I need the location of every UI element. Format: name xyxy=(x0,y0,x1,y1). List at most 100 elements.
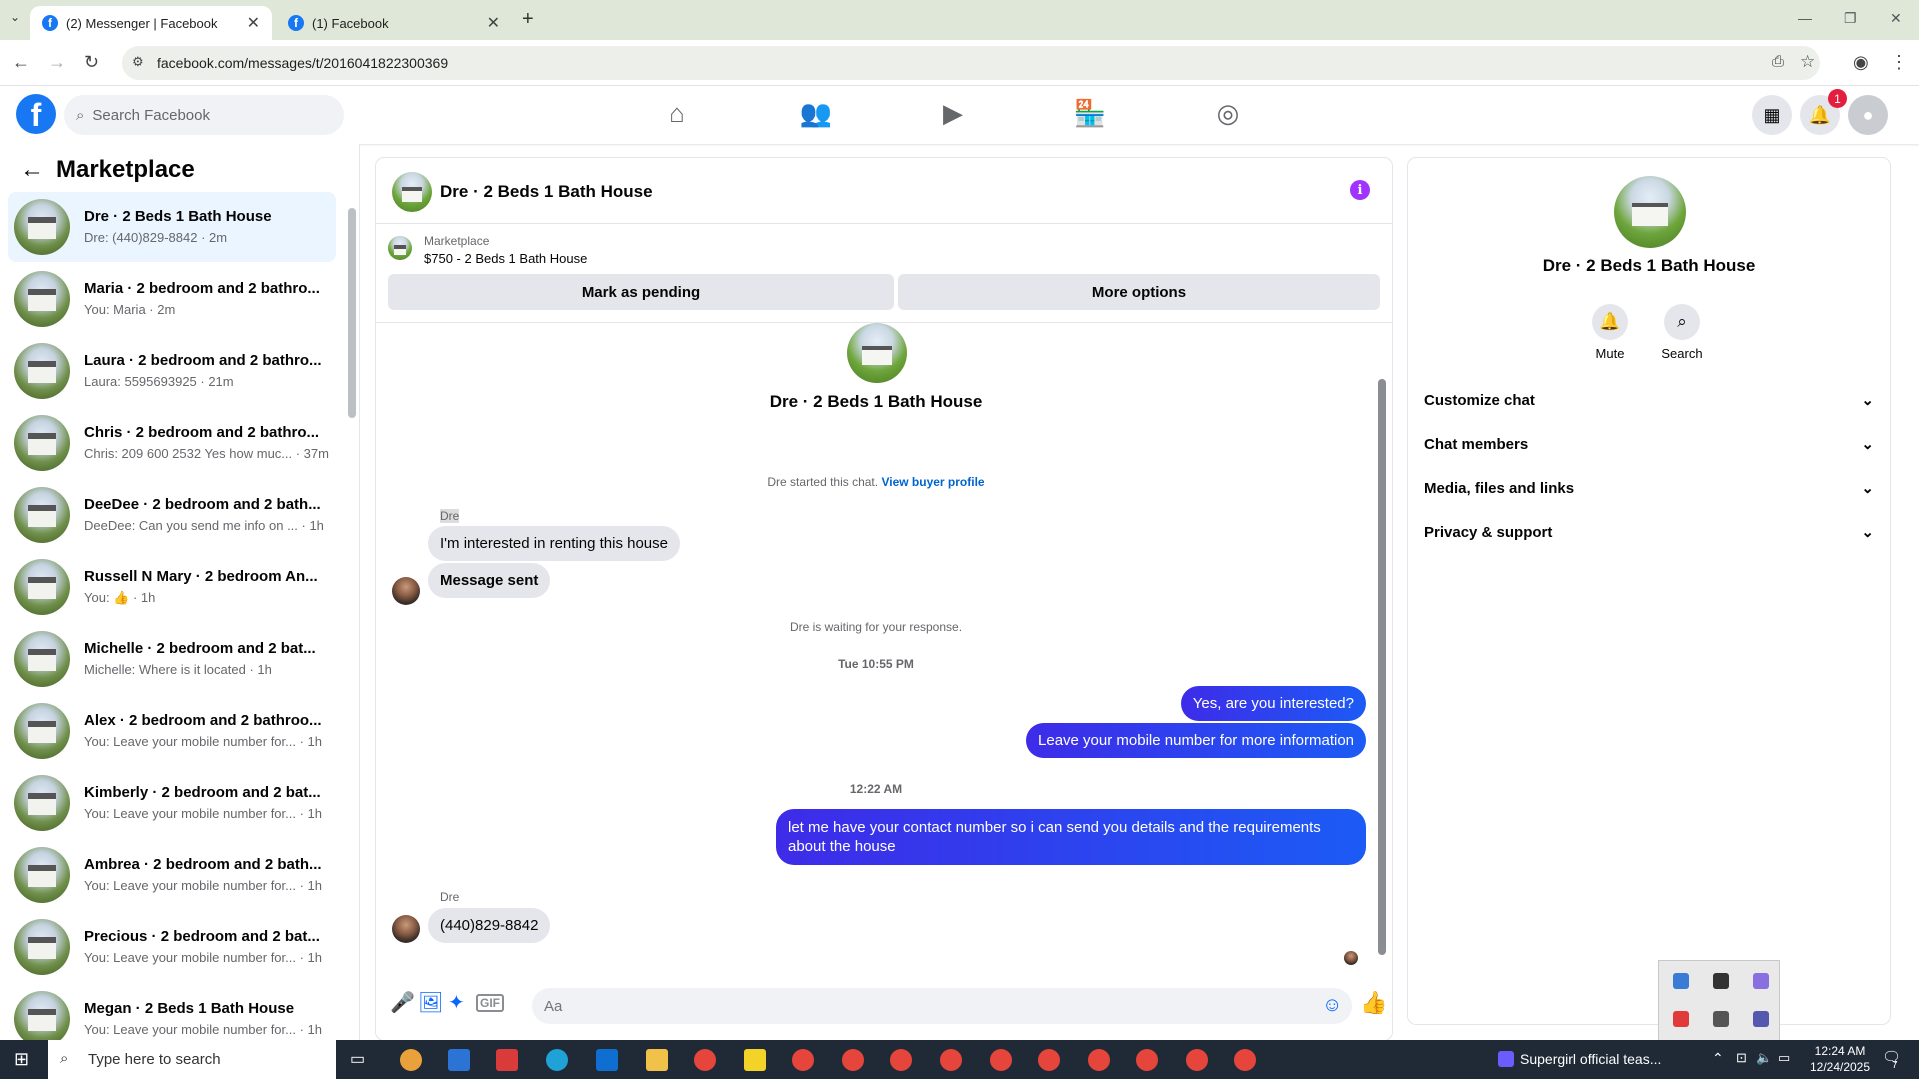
sender-avatar[interactable] xyxy=(392,577,420,605)
conversation-item[interactable]: Ambrea · 2 bedroom and 2 bath... You: Le… xyxy=(8,840,336,910)
install-app-icon[interactable]: ⎙ xyxy=(1772,53,1784,70)
chrome-profile-icon[interactable] xyxy=(1186,1049,1208,1071)
scrollbar[interactable] xyxy=(348,208,356,418)
message-input[interactable] xyxy=(532,988,1352,1024)
conversation-item[interactable]: Alex · 2 bedroom and 2 bathroo... You: L… xyxy=(8,696,336,766)
network-app-icon[interactable] xyxy=(1673,973,1689,989)
video-app-icon[interactable] xyxy=(1673,1011,1689,1027)
site-info-icon[interactable]: ⚙ xyxy=(132,54,144,70)
tab-search-chevron-icon[interactable]: ⌄ xyxy=(10,10,20,24)
chrome-profile-icon[interactable] xyxy=(792,1049,814,1071)
pen-app-icon[interactable] xyxy=(1753,973,1769,989)
customize-chat-section[interactable]: Customize chat ⌄ xyxy=(1424,382,1874,418)
chrome-profile-icon[interactable] xyxy=(1088,1049,1110,1071)
home-icon[interactable]: ⌂ xyxy=(657,98,697,129)
chrome-profile-icon[interactable] xyxy=(1234,1049,1256,1071)
menu-kebab-icon[interactable]: ⋮ xyxy=(1890,52,1908,73)
chrome-profile-icon[interactable] xyxy=(890,1049,912,1071)
teams-icon[interactable] xyxy=(1753,1011,1769,1027)
more-options-button[interactable]: More options xyxy=(898,274,1380,310)
photo-icon[interactable]: 🖼 xyxy=(418,990,443,1015)
chat-avatar[interactable] xyxy=(392,172,432,212)
groups-icon[interactable]: ◎ xyxy=(1208,98,1248,129)
facebook-search-input[interactable]: ⌕ Search Facebook xyxy=(64,95,344,135)
close-tab-icon[interactable]: ✕ xyxy=(247,13,260,33)
gif-icon[interactable]: GIF xyxy=(476,994,504,1012)
media-files-links-section[interactable]: Media, files and links ⌄ xyxy=(1424,470,1874,506)
back-icon[interactable]: ← xyxy=(12,52,30,73)
volume-icon[interactable]: 🔈 xyxy=(1756,1050,1772,1066)
show-hidden-icons-chevron-icon[interactable]: ⌃ xyxy=(1712,1050,1724,1067)
view-buyer-profile-link[interactable]: View buyer profile xyxy=(881,475,984,489)
chrome-profile-icon[interactable] xyxy=(1136,1049,1158,1071)
edge-icon[interactable] xyxy=(546,1049,568,1071)
conversation-item[interactable]: DeeDee · 2 bedroom and 2 bath... DeeDee:… xyxy=(8,480,336,550)
video-icon[interactable]: ▶ xyxy=(933,98,973,129)
chrome-profile-icon[interactable] xyxy=(842,1049,864,1071)
bookmark-star-icon[interactable]: ☆ xyxy=(1800,52,1815,72)
sender-avatar[interactable] xyxy=(392,915,420,943)
sticker-icon[interactable]: ✦ xyxy=(448,990,465,1015)
back-arrow-icon[interactable]: ← xyxy=(20,156,44,184)
profile-icon[interactable]: ◉ xyxy=(1853,52,1869,73)
chrome-profile-icon[interactable] xyxy=(1038,1049,1060,1071)
address-bar[interactable]: ⚙ facebook.com/messages/t/20160418223003… xyxy=(122,46,1820,80)
reload-icon[interactable]: ↻ xyxy=(84,52,99,73)
menu-grid-icon[interactable]: ▦ xyxy=(1752,95,1792,135)
restore-icon[interactable]: ❐ xyxy=(1844,10,1857,27)
conversation-item[interactable]: Chris · 2 bedroom and 2 bathro... Chris:… xyxy=(8,408,336,478)
outgoing-message[interactable]: let me have your contact number so i can… xyxy=(776,809,1366,865)
minimize-icon[interactable]: — xyxy=(1798,10,1812,26)
taskbar-search-input[interactable]: ⌕ Type here to search xyxy=(48,1040,336,1079)
security-shield-icon[interactable] xyxy=(1713,973,1729,989)
like-thumb-icon[interactable]: 👍 xyxy=(1360,990,1387,1016)
outgoing-message[interactable]: Yes, are you interested? xyxy=(1180,686,1366,721)
copilot-icon[interactable] xyxy=(400,1049,422,1071)
friends-icon[interactable]: 👥 xyxy=(796,98,836,129)
conversation-item[interactable]: Maria · 2 bedroom and 2 bathro... You: M… xyxy=(8,264,336,334)
task-view-icon[interactable]: ▭ xyxy=(350,1049,365,1069)
account-avatar[interactable]: ● xyxy=(1848,95,1888,135)
mark-as-pending-button[interactable]: Mark as pending xyxy=(388,274,894,310)
sticky-notes-icon[interactable] xyxy=(744,1049,766,1071)
microphone-icon[interactable]: 🎤 xyxy=(390,990,415,1015)
emoji-icon[interactable]: ☺ xyxy=(1322,994,1342,1017)
file-explorer-icon[interactable] xyxy=(646,1049,668,1071)
mute-button[interactable]: 🔔 Mute xyxy=(1570,304,1650,361)
chat-title[interactable]: Dre · 2 Beds 1 Bath House xyxy=(440,182,653,202)
conversation-item[interactable]: Laura · 2 bedroom and 2 bathro... Laura:… xyxy=(8,336,336,406)
outlook-icon[interactable] xyxy=(596,1049,618,1071)
chrome-icon[interactable] xyxy=(694,1049,716,1071)
new-tab-icon[interactable]: + xyxy=(522,8,534,31)
scrollbar[interactable] xyxy=(1378,379,1386,955)
tab-messenger[interactable]: f (2) Messenger | Facebook ✕ xyxy=(30,6,272,40)
incoming-message[interactable]: Message sent xyxy=(428,563,551,598)
display-icon[interactable]: ▭ xyxy=(1778,1050,1790,1066)
privacy-support-section[interactable]: Privacy & support ⌄ xyxy=(1424,514,1874,550)
windows-start-icon[interactable]: ⊞ xyxy=(14,1049,29,1070)
media-title[interactable]: Supergirl official teas... xyxy=(1520,1051,1661,1067)
conversation-item[interactable]: Michelle · 2 bedroom and 2 bat... Michel… xyxy=(8,624,336,694)
outgoing-message[interactable]: Leave your mobile number for more inform… xyxy=(1026,723,1366,758)
media-app-icon[interactable] xyxy=(1498,1051,1514,1067)
conversation-item[interactable]: Kimberly · 2 bedroom and 2 bat... You: L… xyxy=(8,768,336,838)
conversation-item[interactable]: Megan · 2 Beds 1 Bath House You: Leave y… xyxy=(8,984,336,1040)
incoming-message[interactable]: I'm interested in renting this house xyxy=(428,526,680,561)
listing-avatar[interactable] xyxy=(1614,176,1686,248)
conversation-item[interactable]: Dre · 2 Beds 1 Bath House Dre: (440)829-… xyxy=(8,192,336,262)
listing-price-title[interactable]: $750 - 2 Beds 1 Bath House xyxy=(424,251,587,266)
conversation-item[interactable]: Russell N Mary · 2 bedroom An... You: 👍 … xyxy=(8,552,336,622)
forward-icon[interactable]: → xyxy=(48,52,66,73)
facebook-logo-icon[interactable]: f xyxy=(16,94,56,134)
incoming-message[interactable]: (440)829-8842 xyxy=(428,908,551,943)
chrome-profile-icon[interactable] xyxy=(990,1049,1012,1071)
marketplace-icon[interactable]: 🏪 xyxy=(1070,98,1110,129)
system-clock[interactable]: 12:24 AM 12/24/2025 xyxy=(1800,1043,1880,1075)
app-icon[interactable] xyxy=(496,1049,518,1071)
close-window-icon[interactable]: ✕ xyxy=(1890,10,1902,27)
cloud-offline-icon[interactable] xyxy=(1713,1011,1729,1027)
store-icon[interactable] xyxy=(448,1049,470,1071)
info-icon[interactable]: i xyxy=(1350,180,1370,200)
tab-facebook[interactable]: f (1) Facebook ✕ xyxy=(276,6,512,40)
chat-members-section[interactable]: Chat members ⌄ xyxy=(1424,426,1874,462)
